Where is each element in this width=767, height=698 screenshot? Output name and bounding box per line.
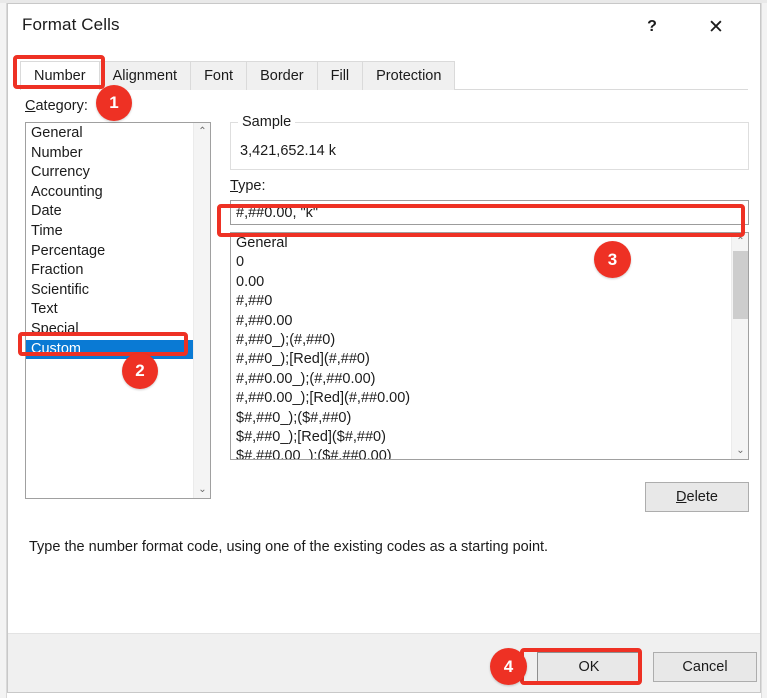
type-item[interactable]: $#,##0_);($#,##0) (231, 409, 731, 428)
category-item[interactable]: Number (26, 144, 193, 164)
type-item[interactable]: $#,##0.00_);($#,##0.00) (231, 447, 731, 459)
category-item[interactable]: Fraction (26, 261, 193, 281)
tab-label: Protection (376, 68, 442, 84)
tabstrip: Number Alignment Font Border Fill Protection (20, 61, 748, 90)
type-item[interactable]: #,##0.00 (231, 312, 731, 331)
dialog-titlebar: Format Cells ? ✕ (8, 4, 760, 51)
category-item[interactable]: Accounting (26, 183, 193, 203)
delete-button[interactable]: Delete (645, 482, 749, 512)
scroll-up-icon[interactable]: ⌃ (194, 123, 210, 140)
type-item[interactable]: #,##0_);[Red](#,##0) (231, 350, 731, 369)
type-item[interactable]: #,##0 (231, 292, 731, 311)
dialog-footer (8, 633, 760, 692)
type-listbox[interactable]: General 0 0.00 #,##0 #,##0.00 #,##0_);(#,##0)… (230, 232, 749, 460)
category-item[interactable]: Date (26, 202, 193, 222)
dialog-title: Format Cells (22, 15, 120, 34)
tab-protection[interactable]: Protection (362, 61, 456, 90)
annotation-badge-4: 4 (490, 648, 527, 685)
close-icon[interactable]: ✕ (694, 10, 738, 44)
type-items: General 0 0.00 #,##0 #,##0.00 #,##0_);(#,##0)… (231, 234, 731, 459)
scroll-down-icon[interactable]: ⌄ (194, 481, 210, 498)
category-item[interactable]: General (26, 124, 193, 144)
type-label: Type: (230, 178, 266, 194)
window-left-edge (0, 0, 7, 698)
category-item[interactable]: Scientific (26, 281, 193, 301)
sample-value: 3,421,652.14 k (240, 143, 336, 159)
category-item[interactable]: Time (26, 222, 193, 242)
type-item[interactable]: #,##0.00_);(#,##0.00) (231, 370, 731, 389)
scrollbar-thumb[interactable] (733, 251, 748, 319)
category-items: General Number Currency Accounting Date Time P… (26, 124, 193, 360)
screen: Format Cells ? ✕ Number Alignment Font Bord… (0, 0, 767, 698)
type-item[interactable]: $#,##0_);[Red]($#,##0) (231, 428, 731, 447)
sample-legend: Sample (238, 114, 296, 130)
tab-label: Number (34, 68, 86, 84)
tab-border[interactable]: Border (246, 61, 318, 90)
category-item[interactable]: Custom (26, 339, 193, 360)
category-item[interactable]: Text (26, 300, 193, 320)
description-text: Type the number format code, using one o… (29, 539, 549, 555)
scroll-up-icon[interactable]: ⌃ (732, 233, 748, 250)
scroll-down-icon[interactable]: ⌄ (732, 442, 748, 459)
type-item[interactable]: 0.00 (231, 273, 731, 292)
category-listbox[interactable]: General Number Currency Accounting Date Time P… (25, 122, 211, 499)
tab-font[interactable]: Font (190, 61, 248, 90)
annotation-badge-2: 2 (122, 353, 158, 389)
type-item[interactable]: 0 (231, 253, 731, 272)
annotation-badge-3: 3 (594, 241, 631, 278)
tab-label: Font (204, 68, 234, 84)
window-right-edge (761, 0, 767, 698)
type-scrollbar[interactable]: ⌃ ⌄ (731, 233, 748, 459)
type-item[interactable]: General (231, 234, 731, 253)
ok-button[interactable]: OK (537, 652, 641, 682)
tab-number[interactable]: Number (20, 61, 100, 90)
tab-label: Border (260, 68, 304, 84)
category-item[interactable]: Special (26, 320, 193, 340)
tab-label: Fill (330, 68, 350, 84)
type-item[interactable]: #,##0_);(#,##0) (231, 331, 731, 350)
help-icon[interactable]: ? (630, 10, 674, 44)
category-item[interactable]: Percentage (26, 242, 193, 262)
annotation-badge-1: 1 (96, 85, 132, 121)
category-label: Category: (25, 98, 88, 114)
category-item[interactable]: Currency (26, 163, 193, 183)
type-item[interactable]: #,##0.00_);[Red](#,##0.00) (231, 389, 731, 408)
tab-label: Alignment (112, 68, 178, 84)
tab-fill[interactable]: Fill (316, 61, 364, 90)
type-input[interactable] (230, 200, 749, 225)
category-scrollbar[interactable]: ⌃ ⌄ (193, 123, 210, 498)
dialog-body: Category: General Number Currency Accountin… (8, 90, 760, 635)
cancel-button[interactable]: Cancel (653, 652, 757, 682)
